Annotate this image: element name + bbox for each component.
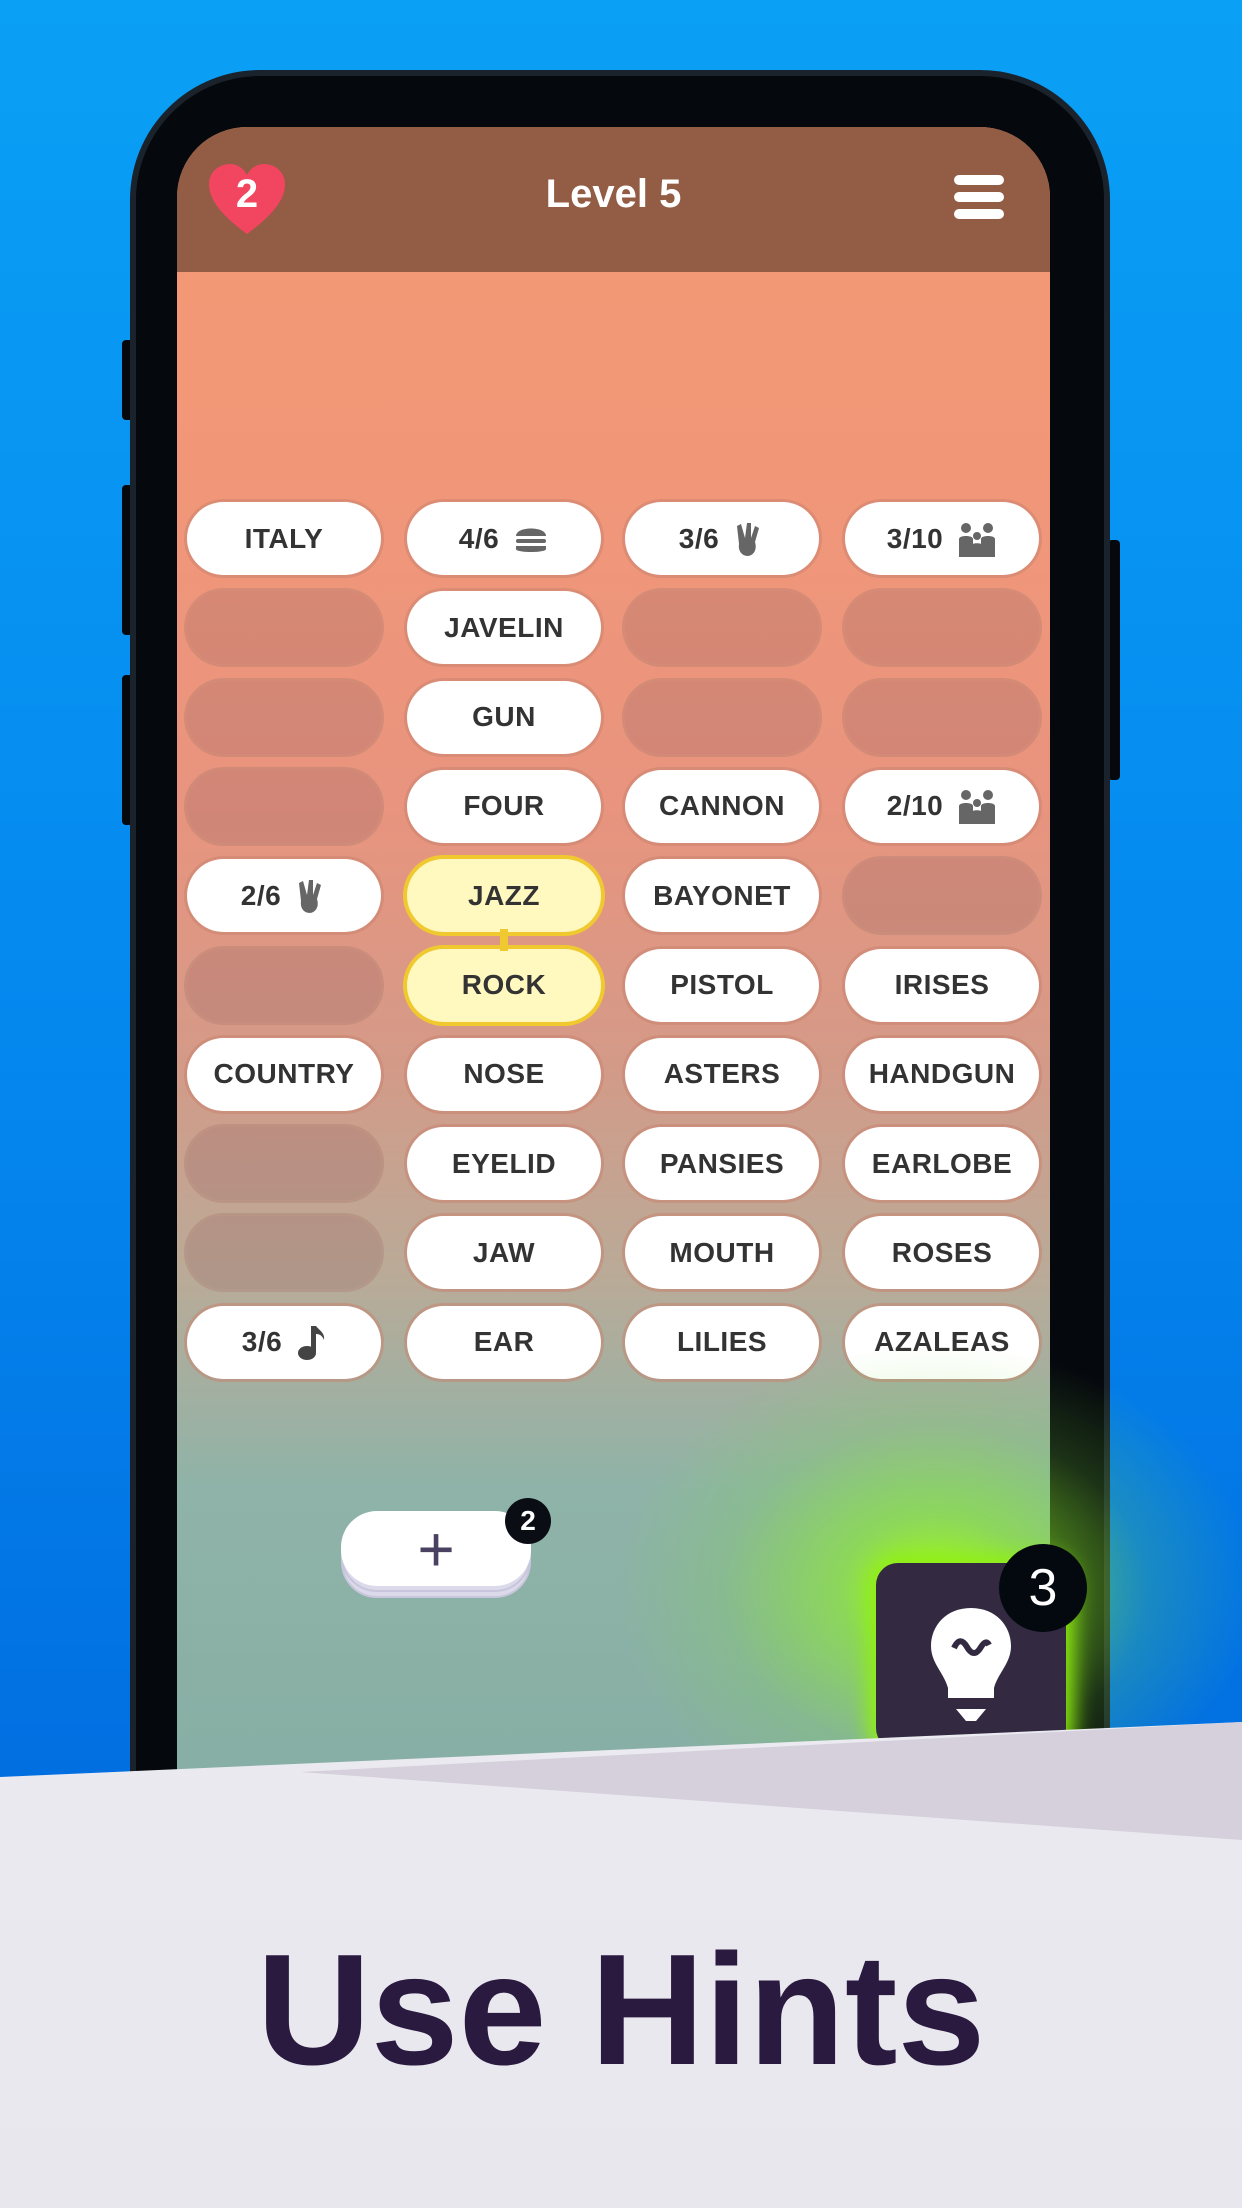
selection-connector	[500, 929, 508, 952]
hand-icon	[719, 520, 765, 558]
music-note-icon	[282, 1323, 326, 1361]
add-button[interactable]: +	[341, 1511, 531, 1598]
tile-label: EAR	[473, 1326, 535, 1358]
tile-label: 2/6	[240, 879, 282, 911]
word-tile[interactable]: JAVELIN	[407, 591, 601, 665]
tile-label: 4/6	[458, 522, 500, 554]
tile-label: JAW	[472, 1236, 536, 1268]
category-tile[interactable]: 3/6	[625, 502, 819, 575]
word-tile[interactable]: PISTOL	[625, 948, 819, 1022]
plus-icon: +	[341, 1511, 531, 1586]
empty-tile[interactable]	[187, 591, 381, 665]
tile-label: 3/6	[241, 1326, 283, 1358]
tile-label: ASTERS	[663, 1058, 781, 1090]
tile-label: 3/10	[886, 522, 944, 554]
word-tile[interactable]: HANDGUN	[845, 1037, 1039, 1111]
top-bar: 2 Level 5	[177, 127, 1050, 272]
empty-tile[interactable]	[845, 591, 1039, 665]
tile-label: PANSIES	[659, 1147, 785, 1179]
burger-icon	[499, 521, 549, 557]
empty-tile[interactable]	[187, 680, 381, 754]
tile-label: PISTOL	[670, 969, 774, 1000]
word-tile[interactable]: ASTERS	[625, 1037, 819, 1111]
word-tile[interactable]: BAYONET	[625, 859, 819, 933]
tile-label: NOSE	[463, 1058, 545, 1090]
tile-label: JAZZ	[468, 879, 540, 911]
tile-label: HANDGUN	[868, 1058, 1016, 1090]
empty-tile[interactable]	[625, 591, 819, 665]
tile-label: ITALY	[244, 522, 324, 554]
empty-tile[interactable]	[187, 1216, 381, 1290]
empty-tile[interactable]	[187, 769, 381, 843]
word-tile[interactable]: EARLOBE	[845, 1127, 1039, 1201]
empty-tile[interactable]	[187, 1127, 381, 1201]
tile-label: MOUTH	[669, 1236, 775, 1268]
word-tile[interactable]: MOUTH	[625, 1216, 819, 1290]
category-tile[interactable]: 3/10	[845, 502, 1039, 575]
tile-label: FOUR	[463, 790, 545, 822]
hand-icon	[281, 877, 327, 915]
hamburger-icon[interactable]	[954, 175, 1004, 219]
tile-label: BAYONET	[653, 879, 791, 911]
tile-label: GUN	[472, 701, 536, 733]
tile-label: EARLOBE	[871, 1147, 1013, 1179]
word-tile[interactable]: COUNTRY	[187, 1037, 381, 1111]
word-tile[interactable]: NOSE	[407, 1037, 601, 1111]
people-icon	[943, 521, 997, 557]
empty-tile[interactable]	[845, 680, 1039, 754]
tile-label: CANNON	[659, 790, 785, 822]
level-title: Level 5	[545, 172, 682, 216]
empty-tile[interactable]	[845, 859, 1039, 933]
empty-tile[interactable]	[187, 948, 381, 1022]
tile-label: ROSES	[891, 1236, 993, 1268]
word-tile[interactable]: FOUR	[407, 769, 601, 843]
tile-label: ROCK	[461, 969, 547, 1000]
category-tile[interactable]: 2/6	[187, 859, 381, 933]
hint-count-badge: 3	[999, 1544, 1087, 1632]
word-tile[interactable]: GUN	[407, 680, 601, 754]
tile-label: COUNTRY	[213, 1058, 355, 1090]
word-tile[interactable]: PANSIES	[625, 1127, 819, 1201]
word-tile[interactable]: EYELID	[407, 1127, 601, 1201]
word-tile[interactable]: ITALY	[187, 502, 381, 575]
add-count-badge: 2	[505, 1498, 551, 1544]
tile-label: IRISES	[894, 969, 990, 1000]
category-tile[interactable]: 4/6	[407, 502, 601, 575]
caption-text: Use Hints	[256, 1922, 986, 2098]
tile-label: 3/6	[678, 522, 720, 554]
word-tile[interactable]: IRISES	[845, 948, 1039, 1022]
empty-tile[interactable]	[625, 680, 819, 754]
category-tile[interactable]: 3/6	[187, 1305, 381, 1379]
word-tile[interactable]: CANNON	[625, 769, 819, 843]
tile-label: JAVELIN	[444, 611, 564, 643]
word-tile[interactable]: ROSES	[845, 1216, 1039, 1290]
tile-label: 2/10	[886, 790, 944, 822]
category-tile[interactable]: 2/10	[845, 769, 1039, 843]
people-icon	[943, 788, 997, 825]
tile-label: EYELID	[451, 1147, 557, 1179]
selected-word-tile[interactable]: JAZZ	[407, 859, 601, 933]
word-tile[interactable]: JAW	[407, 1216, 601, 1290]
selected-word-tile[interactable]: ROCK	[407, 948, 601, 1022]
